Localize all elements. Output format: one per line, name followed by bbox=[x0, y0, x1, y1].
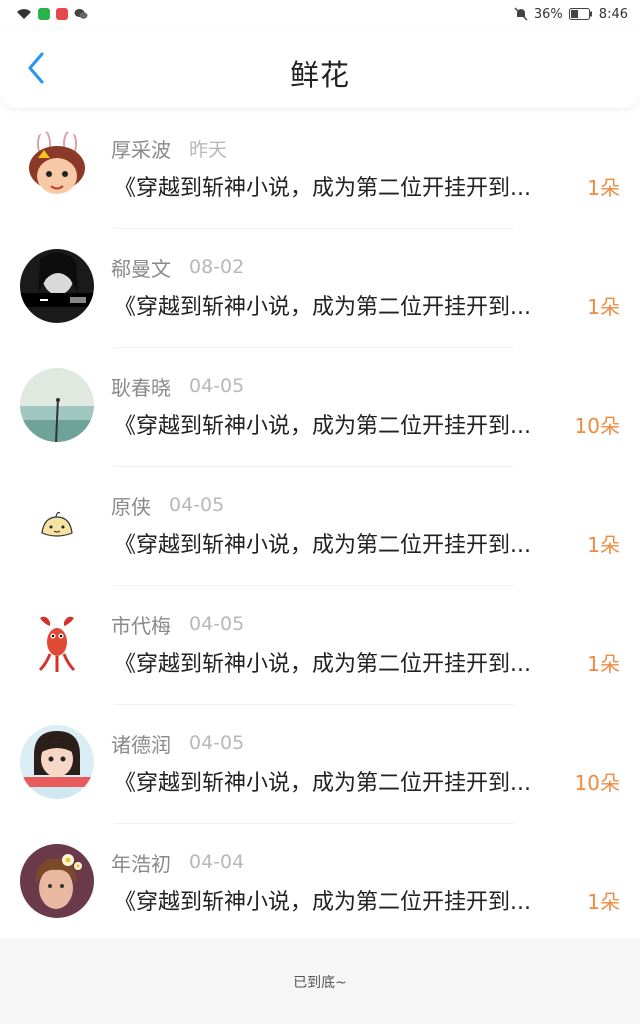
name-row: 市代梅 04-05 bbox=[111, 611, 245, 638]
list-item[interactable]: 郗曼文 08-02 《穿越到斩神小说，成为第二位开挂开到... 1朵 bbox=[0, 229, 640, 348]
wechat-icon bbox=[74, 8, 88, 20]
sim-card-icon bbox=[38, 8, 50, 20]
book-title: 《穿越到斩神小说，成为第二位开挂开到... bbox=[114, 176, 531, 201]
send-date: 08-02 bbox=[189, 256, 245, 278]
mute-bell-icon bbox=[514, 7, 528, 21]
page-title: 鲜花 bbox=[289, 58, 350, 92]
status-bar: 36% 8:46 bbox=[0, 0, 640, 28]
list-item[interactable]: 耿春晓 04-05 《穿越到斩神小说，成为第二位开挂开到... 10朵 bbox=[0, 348, 640, 467]
flower-count: 1朵 bbox=[587, 533, 620, 557]
name-row: 原侠 04-05 bbox=[111, 492, 225, 519]
flower-count: 1朵 bbox=[587, 652, 620, 676]
book-title: 《穿越到斩神小说，成为第二位开挂开到... bbox=[114, 295, 531, 320]
status-right: 36% 8:46 bbox=[514, 7, 628, 22]
battery-percent: 36% bbox=[533, 6, 563, 22]
user-name: 郗曼文 bbox=[111, 256, 171, 281]
flower-record-list: 厚采波 昨天 《穿越到斩神小说，成为第二位开挂开到... 1朵 郗曼文 08-0… bbox=[0, 110, 640, 943]
name-row: 耿春晓 04-05 bbox=[111, 373, 245, 400]
send-date: 04-05 bbox=[169, 494, 225, 516]
list-item[interactable]: 市代梅 04-05 《穿越到斩神小说，成为第二位开挂开到... 1朵 bbox=[0, 586, 640, 705]
name-row: 郗曼文 08-02 bbox=[111, 254, 245, 281]
avatar[interactable] bbox=[20, 487, 94, 561]
flower-count: 1朵 bbox=[587, 295, 620, 319]
name-row: 诸德润 04-05 bbox=[111, 730, 245, 757]
user-name: 耿春晓 bbox=[111, 375, 171, 400]
name-row: 厚采波 昨天 bbox=[111, 135, 228, 162]
avatar[interactable] bbox=[20, 725, 94, 799]
end-of-list-text: 已到底~ bbox=[293, 975, 347, 991]
top-nav-bar: 鲜花 bbox=[0, 28, 640, 108]
avatar[interactable] bbox=[20, 844, 94, 918]
page: 36% 8:46 鲜花 厚采波 昨天 《穿越到斩神小说，成为第二位开挂开到...… bbox=[0, 0, 640, 1024]
book-title: 《穿越到斩神小说，成为第二位开挂开到... bbox=[114, 414, 531, 439]
book-title: 《穿越到斩神小说，成为第二位开挂开到... bbox=[114, 533, 531, 558]
user-name: 厚采波 bbox=[111, 137, 171, 162]
avatar[interactable] bbox=[20, 130, 94, 204]
list-end-footer: 已到底~ bbox=[0, 938, 640, 1024]
send-date: 04-05 bbox=[189, 732, 245, 754]
send-date: 昨天 bbox=[189, 138, 228, 161]
user-name: 市代梅 bbox=[111, 613, 171, 638]
avatar[interactable] bbox=[20, 368, 94, 442]
wifi-icon bbox=[16, 8, 32, 20]
clock: 8:46 bbox=[598, 6, 628, 22]
battery-icon bbox=[568, 8, 593, 20]
app-notification-icon bbox=[56, 8, 68, 20]
avatar[interactable] bbox=[20, 606, 94, 680]
flower-count: 10朵 bbox=[574, 414, 620, 438]
avatar[interactable] bbox=[20, 249, 94, 323]
list-item[interactable]: 原侠 04-05 《穿越到斩神小说，成为第二位开挂开到... 1朵 bbox=[0, 467, 640, 586]
send-date: 04-04 bbox=[189, 851, 245, 873]
flower-count: 1朵 bbox=[587, 176, 620, 200]
status-left bbox=[16, 8, 88, 20]
book-title: 《穿越到斩神小说，成为第二位开挂开到... bbox=[114, 652, 531, 677]
flower-count: 1朵 bbox=[587, 890, 620, 914]
book-title: 《穿越到斩神小说，成为第二位开挂开到... bbox=[114, 890, 531, 915]
list-item[interactable]: 诸德润 04-05 《穿越到斩神小说，成为第二位开挂开到... 10朵 bbox=[0, 705, 640, 824]
list-item[interactable]: 年浩初 04-04 《穿越到斩神小说，成为第二位开挂开到... 1朵 bbox=[0, 824, 640, 943]
name-row: 年浩初 04-04 bbox=[111, 849, 245, 876]
user-name: 诸德润 bbox=[111, 732, 171, 757]
flower-count: 10朵 bbox=[574, 771, 620, 795]
user-name: 年浩初 bbox=[111, 851, 171, 876]
list-item[interactable]: 厚采波 昨天 《穿越到斩神小说，成为第二位开挂开到... 1朵 bbox=[0, 110, 640, 229]
send-date: 04-05 bbox=[189, 613, 245, 635]
book-title: 《穿越到斩神小说，成为第二位开挂开到... bbox=[114, 771, 531, 796]
send-date: 04-05 bbox=[189, 375, 245, 397]
user-name: 原侠 bbox=[111, 494, 151, 519]
